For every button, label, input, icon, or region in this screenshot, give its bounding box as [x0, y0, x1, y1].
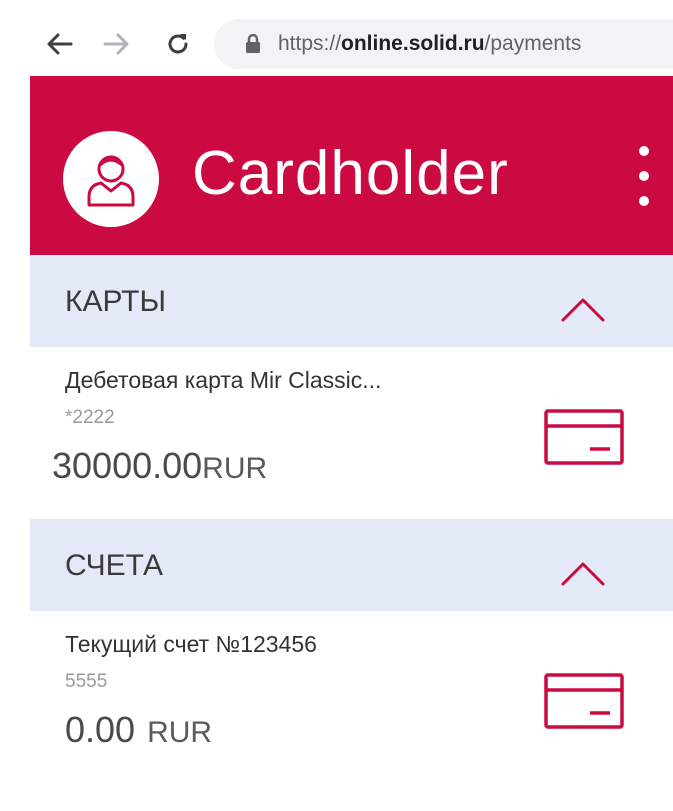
url-scheme: https:// [278, 32, 342, 55]
lock-icon [242, 33, 264, 55]
credit-card-icon[interactable] [544, 673, 624, 729]
card-name: Дебетовая карта Mir Classic... [65, 367, 382, 393]
chevron-up-icon[interactable] [560, 559, 606, 587]
app-header: Cardholder [30, 76, 673, 255]
avatar[interactable] [63, 131, 159, 227]
user-icon [87, 155, 135, 207]
card-balance: 30000.00RUR [52, 445, 267, 487]
card-item[interactable]: Дебетовая карта Mir Classic... *2222 300… [30, 347, 673, 517]
url-host: online.solid.ru [341, 32, 485, 55]
account-currency: RUR [147, 716, 213, 749]
url-path: /payments [484, 32, 582, 55]
section-title-accounts: СЧЕТА [65, 549, 164, 582]
more-menu-button[interactable] [634, 146, 654, 206]
more-vertical-icon [639, 146, 649, 156]
reload-icon [168, 34, 188, 54]
address-bar[interactable]: https://online.solid.ru/payments [214, 19, 673, 69]
arrow-left-icon [47, 33, 73, 55]
card-amount: 30000.00 [52, 445, 203, 486]
account-number: 5555 [65, 671, 108, 692]
account-item[interactable]: Текущий счет №123456 5555 0.00 RUR [30, 611, 673, 781]
credit-card-icon[interactable] [544, 409, 624, 465]
account-amount: 0.00 [65, 709, 136, 750]
card-number: *2222 [65, 407, 115, 428]
section-header-cards[interactable]: КАРТЫ [30, 255, 673, 347]
card-currency: RUR [202, 452, 268, 485]
more-vertical-icon [639, 171, 649, 181]
account-balance: 0.00 RUR [65, 709, 212, 751]
url-text: https://online.solid.ru/payments [278, 32, 581, 56]
more-vertical-icon [639, 196, 649, 206]
forward-button[interactable] [96, 24, 136, 64]
reload-button[interactable] [158, 24, 198, 64]
chevron-up-icon[interactable] [560, 295, 606, 323]
section-title-cards: КАРТЫ [65, 285, 167, 318]
arrow-right-icon [103, 33, 129, 55]
section-header-accounts[interactable]: СЧЕТА [30, 519, 673, 611]
app-title: Cardholder [192, 139, 509, 208]
browser-toolbar: https://online.solid.ru/payments [0, 0, 673, 76]
account-name: Текущий счет №123456 [65, 631, 317, 657]
back-button[interactable] [40, 24, 80, 64]
